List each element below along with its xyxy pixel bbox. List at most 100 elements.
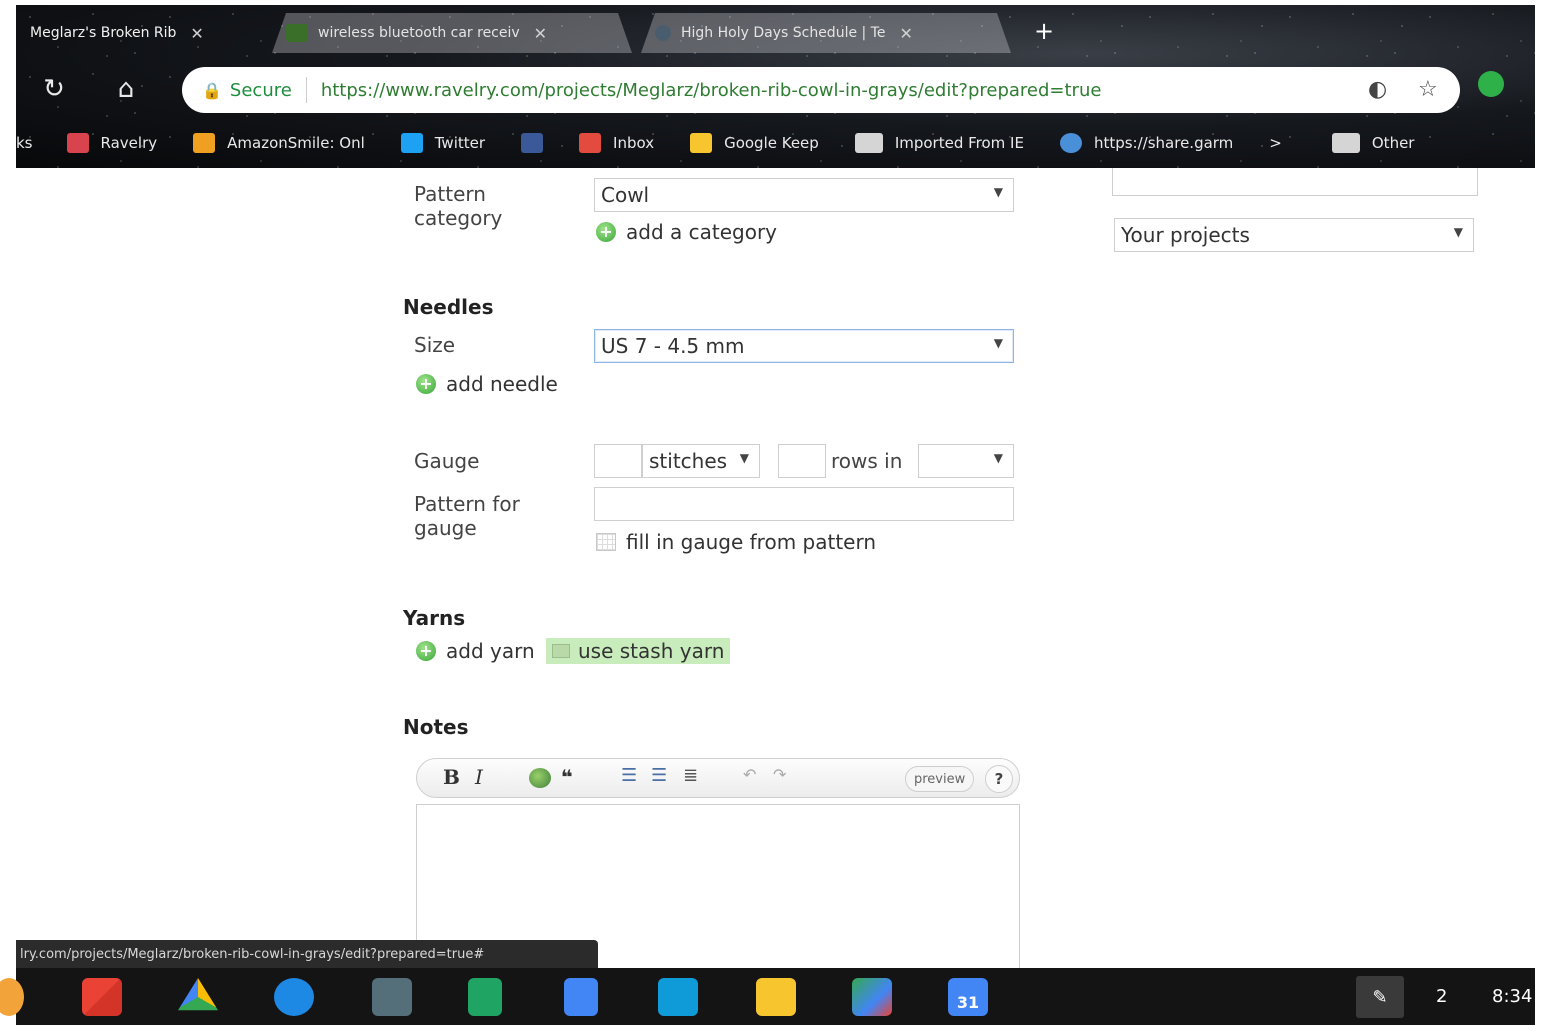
fill-gauge-link[interactable]: fill in gauge from pattern — [596, 530, 876, 554]
tab-strip: Meglarz's Broken Rib ✕ wireless bluetoot… — [16, 5, 1535, 61]
folder-icon — [1331, 133, 1360, 153]
bookmark-ravelry[interactable]: Ravelry — [66, 133, 158, 153]
bookmark-share-garmin[interactable]: https://share.garm — [1059, 133, 1234, 153]
ravelry-icon — [66, 133, 89, 153]
use-stash-yarn-button[interactable]: use stash yarn — [546, 638, 731, 664]
add-category-text: add a category — [626, 220, 778, 244]
pattern-for-gauge-input[interactable] — [594, 487, 1014, 521]
bookmark-label: Other — [1371, 134, 1415, 152]
bold-button[interactable]: B — [443, 765, 460, 789]
bookmark-imported-from-ie[interactable]: Imported From IE — [854, 133, 1024, 153]
tab-close-icon[interactable]: ✕ — [899, 24, 912, 43]
bookmark-apps[interactable]: ks — [16, 134, 33, 152]
folder-icon — [854, 133, 883, 153]
add-yarn-link[interactable]: + add yarn — [416, 639, 535, 663]
pattern-category-select[interactable]: Cowl ▼ — [594, 178, 1014, 212]
select-value: US 7 - 4.5 mm — [601, 334, 745, 358]
screen-edge-left — [0, 0, 16, 1025]
amazon-icon — [193, 133, 216, 153]
gauge-stitches-select[interactable]: stitches ▼ — [642, 444, 760, 478]
gauge-rows-input[interactable] — [778, 444, 826, 478]
gauge-stitches-input[interactable] — [594, 444, 642, 478]
blocked-content-icon[interactable]: ◐ — [1368, 77, 1387, 102]
redo-icon[interactable]: ↷ — [773, 765, 786, 784]
tab-wireless-bluetooth[interactable]: wireless bluetooth car receiv ✕ — [272, 13, 632, 53]
tab-meglarz-broken-rib[interactable]: Meglarz's Broken Rib ✕ — [16, 13, 271, 53]
needle-size-select[interactable]: US 7 - 4.5 mm ▼ — [594, 329, 1014, 363]
use-stash-yarn-text: use stash yarn — [578, 639, 725, 663]
tab-close-icon[interactable]: ✕ — [534, 24, 547, 43]
dropdown-arrow-icon: ▼ — [993, 451, 1003, 465]
tab-high-holy-days[interactable]: High Holy Days Schedule | Te ✕ — [641, 13, 1011, 53]
tab-close-icon[interactable]: ✕ — [190, 24, 203, 43]
link-globe-icon[interactable] — [529, 768, 551, 788]
italic-button[interactable]: I — [475, 765, 483, 789]
calendar-icon[interactable]: 31 — [948, 978, 988, 1016]
clock[interactable]: 8:34 — [1492, 986, 1532, 1007]
inbox-icon — [579, 133, 602, 153]
bookmark-google-keep[interactable]: Google Keep — [690, 133, 819, 153]
bookmark-amazonsmile[interactable]: AmazonSmile: Onl — [193, 133, 365, 153]
preview-button[interactable]: preview — [905, 766, 975, 792]
google-drive-icon[interactable] — [178, 978, 218, 1011]
bookmark-other[interactable]: Other — [1331, 133, 1415, 153]
maps-icon[interactable] — [852, 978, 892, 1016]
bookmark-overflow[interactable]: > — [1269, 134, 1282, 152]
add-needle-text: add needle — [446, 372, 558, 396]
bookmarks-bar: ks Ravelry AmazonSmile: Onl Twitter Inbo… — [16, 121, 1535, 165]
stylus-tools-icon[interactable]: ✎ — [1356, 976, 1404, 1018]
bookmark-label: Twitter — [434, 134, 486, 152]
heading-icon[interactable]: ≣ — [683, 765, 698, 786]
chrome-app-icon[interactable] — [0, 978, 24, 1016]
keep-app-icon[interactable] — [756, 978, 796, 1016]
dropdown-arrow-icon: ▼ — [993, 185, 1003, 199]
evernote-extension-icon[interactable] — [1478, 71, 1504, 97]
tab-title: Meglarz's Broken Rib — [30, 25, 177, 41]
bookmark-star-icon[interactable]: ☆ — [1418, 77, 1438, 102]
calendar-day: 31 — [956, 993, 980, 1012]
gmail-icon[interactable] — [82, 978, 122, 1016]
secure-label: Secure — [229, 79, 292, 101]
screen-edge-right — [1535, 0, 1546, 1025]
bookmark-label: Ravelry — [100, 134, 158, 152]
pattern-for-gauge-label: Pattern for gauge — [414, 492, 520, 540]
bookmark-facebook[interactable] — [521, 133, 555, 153]
undo-icon[interactable]: ↶ — [743, 765, 756, 784]
file-manager-icon[interactable] — [372, 978, 412, 1016]
inbox-app-icon[interactable] — [658, 978, 698, 1016]
address-bar[interactable]: 🔒 Secure https://www.ravelry.com/project… — [182, 67, 1460, 113]
project-list-select[interactable]: Your projects ▼ — [1114, 218, 1474, 252]
help-button[interactable]: ? — [985, 765, 1013, 793]
quote-button[interactable]: ❝ — [561, 765, 573, 789]
tab-favicon-icon — [286, 24, 308, 42]
notification-count[interactable]: 2 — [1436, 986, 1447, 1007]
new-tab-button[interactable]: + — [1034, 17, 1054, 45]
select-value: stitches — [649, 449, 728, 473]
files-icon[interactable] — [274, 978, 314, 1016]
sidebar-input[interactable] — [1112, 168, 1478, 196]
add-icon: + — [416, 641, 436, 661]
bookmark-label: https://share.garm — [1093, 134, 1234, 152]
sheets-icon[interactable] — [468, 978, 502, 1016]
notes-heading: Notes — [403, 715, 469, 739]
bookmark-twitter[interactable]: Twitter — [400, 133, 486, 153]
add-category-link[interactable]: + add a category — [596, 220, 777, 244]
globe-icon — [1059, 133, 1082, 153]
bookmark-inbox[interactable]: Inbox — [579, 133, 654, 153]
home-icon[interactable]: ⌂ — [110, 73, 142, 105]
needles-heading: Needles — [403, 295, 494, 319]
reload-icon[interactable]: ↻ — [38, 73, 70, 105]
bookmark-label: Imported From IE — [894, 134, 1024, 152]
tab-favicon-icon — [655, 25, 671, 41]
ordered-list-icon[interactable]: ☰ — [621, 765, 637, 786]
docs-icon[interactable] — [564, 978, 598, 1016]
dropdown-arrow-icon: ▼ — [739, 451, 749, 465]
notes-editor-toolbar: B I ❝ ☰ ☰ ≣ ↶ ↷ preview ? — [416, 758, 1020, 798]
url-text[interactable]: https://www.ravelry.com/projects/Meglarz… — [321, 80, 1102, 101]
bullet-list-icon[interactable]: ☰ — [651, 765, 667, 786]
add-icon: + — [596, 222, 616, 242]
needle-size-label: Size — [414, 333, 456, 357]
add-needle-link[interactable]: + add needle — [416, 372, 558, 396]
dropdown-arrow-icon: ▼ — [993, 336, 1003, 350]
gauge-measure-select[interactable]: ▼ — [918, 444, 1014, 478]
